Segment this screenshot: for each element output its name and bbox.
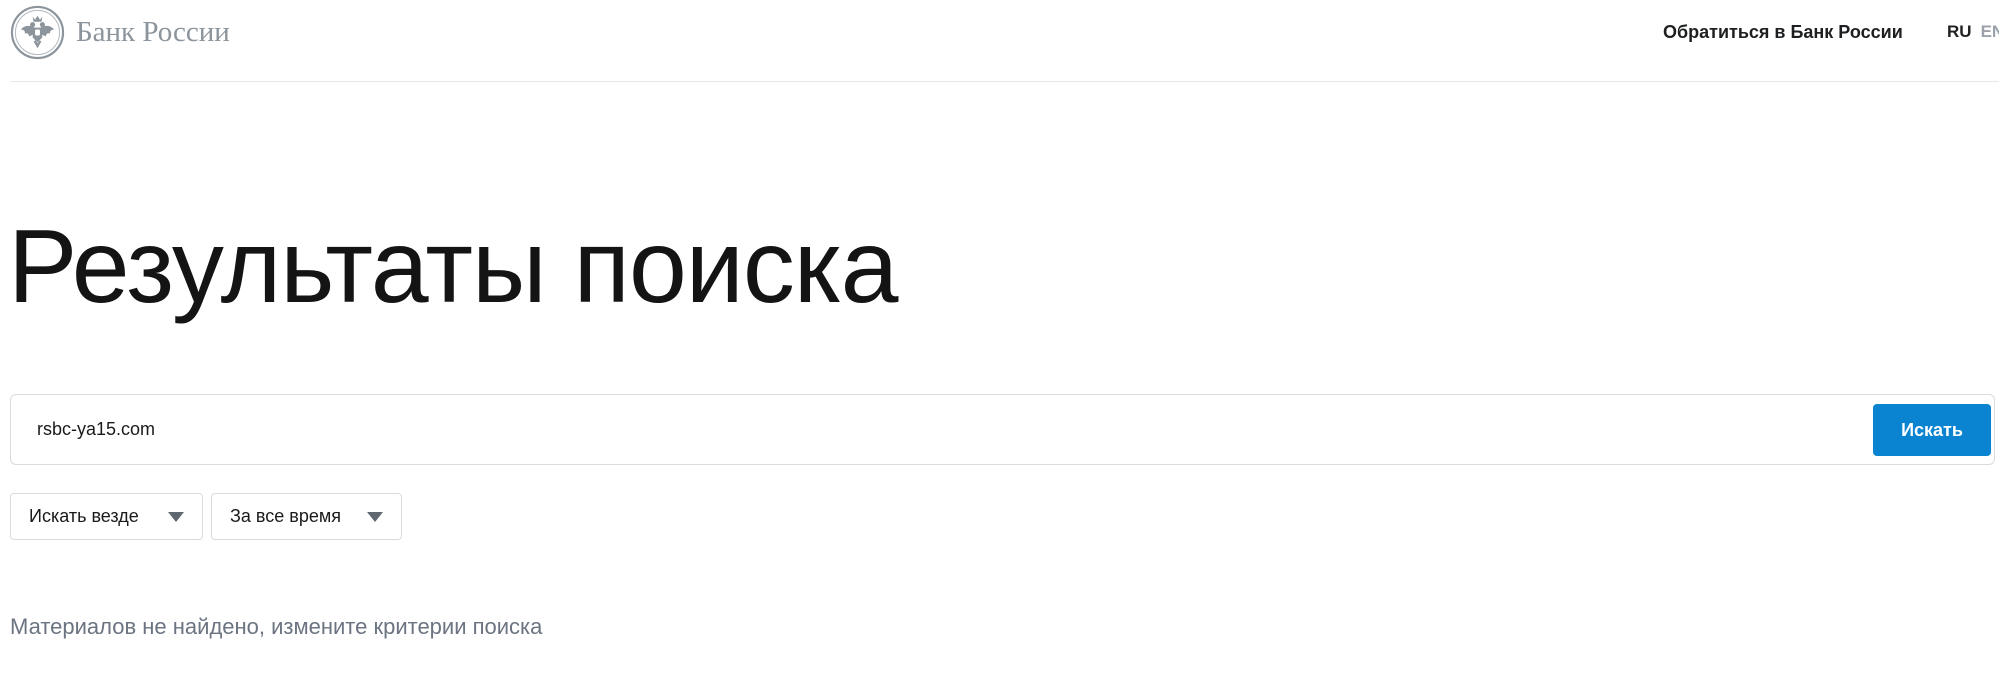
search-period-label: За все время: [230, 506, 341, 526]
search-input[interactable]: [37, 409, 1857, 449]
page-title: Результаты поиска: [8, 209, 898, 325]
search-button[interactable]: Искать: [1873, 404, 1991, 456]
bank-emblem-icon: [10, 5, 65, 60]
search-scope-label: Искать везде: [29, 506, 139, 526]
contact-bank-link[interactable]: Обратиться в Банк России: [1663, 22, 1903, 43]
logo-text: Банк России: [76, 16, 230, 48]
page: Банк России Обратиться в Банк России RU …: [0, 0, 1999, 683]
lang-ru-option[interactable]: RU: [1947, 22, 1972, 42]
search-scope-dropdown[interactable]: Искать везде: [10, 493, 203, 540]
search-form: Искать: [10, 394, 1995, 465]
triangle-down-icon: [367, 512, 383, 522]
language-switcher: RU EN: [1947, 22, 1999, 42]
search-period-dropdown[interactable]: За все время: [211, 493, 402, 540]
header-divider: [10, 81, 1999, 82]
site-header: Банк России Обратиться в Банк России RU …: [0, 0, 1999, 82]
no-results-message: Материалов не найдено, измените критерии…: [10, 614, 543, 639]
lang-en-option[interactable]: EN: [1981, 22, 1999, 42]
logo-link[interactable]: Банк России: [10, 5, 230, 60]
triangle-down-icon: [168, 512, 184, 522]
